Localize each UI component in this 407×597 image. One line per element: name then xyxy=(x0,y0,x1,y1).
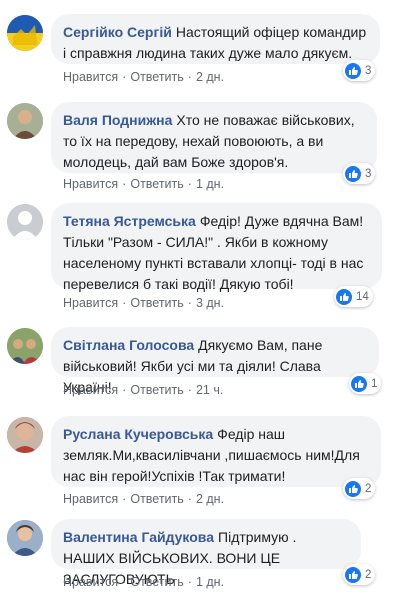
avatar[interactable] xyxy=(7,103,43,139)
comment-bubble: Тетяна Ястремська Федір! Дуже вдячна Вам!… xyxy=(51,203,382,292)
like-icon xyxy=(345,566,361,583)
flag-icon xyxy=(7,15,43,51)
comment-author[interactable]: Валентина Гайдукова xyxy=(63,529,214,545)
user-photo xyxy=(7,417,43,453)
comment-author[interactable]: Руслана Кучеровська xyxy=(63,426,213,442)
avatar[interactable] xyxy=(7,15,43,51)
like-link[interactable]: Нравится xyxy=(63,177,118,191)
like-icon xyxy=(345,165,361,182)
comment-time[interactable]: 21 ч. xyxy=(196,383,223,397)
comment-time[interactable]: 1 дн. xyxy=(196,575,224,589)
comment-actions: Нравится · Ответить · 2 дн. xyxy=(63,492,225,506)
comment-bubble: Світлана Голосова Дякуємо Вам, пане війсь… xyxy=(51,327,379,395)
reaction-count[interactable]: 14 xyxy=(334,286,373,307)
reaction-count[interactable]: 2 xyxy=(343,478,376,499)
like-link[interactable]: Нравится xyxy=(63,492,118,506)
comment-time[interactable]: 2 дн. xyxy=(196,70,224,84)
comment-author[interactable]: Сергійко Сергій xyxy=(63,24,172,40)
comment-actions: Нравится · Ответить · 1 дн. xyxy=(63,177,225,191)
reply-link[interactable]: Ответить xyxy=(130,70,183,84)
reply-link[interactable]: Ответить xyxy=(130,383,183,397)
user-photo xyxy=(7,328,43,364)
like-link[interactable]: Нравится xyxy=(63,383,118,397)
like-icon xyxy=(336,288,352,305)
like-icon xyxy=(351,375,367,392)
avatar[interactable] xyxy=(7,204,43,240)
reaction-count[interactable]: 3 xyxy=(343,60,376,81)
comment-actions: Нравится · Ответить · 2 дн. xyxy=(63,70,225,84)
comment-bubble: Валя Поднижна Хто не поважає військових, … xyxy=(51,102,377,173)
reaction-count[interactable]: 1 xyxy=(349,373,382,394)
like-link[interactable]: Нравится xyxy=(63,70,118,84)
reply-link[interactable]: Ответить xyxy=(130,492,183,506)
like-link[interactable]: Нравится xyxy=(63,575,118,589)
reply-link[interactable]: Ответить xyxy=(130,177,183,191)
like-icon xyxy=(345,62,361,79)
reply-link[interactable]: Ответить xyxy=(130,575,183,589)
like-icon xyxy=(345,480,361,497)
comment-author[interactable]: Світлана Голосова xyxy=(63,337,194,353)
comment-bubble: Валентина Гайдукова Підтримую . НАШИХ ВІЙ… xyxy=(51,519,361,587)
comment-author[interactable]: Тетяна Ястремська xyxy=(63,213,196,229)
reaction-count[interactable]: 3 xyxy=(343,163,376,184)
comment-actions: Нравится · Ответить · 3 дн. xyxy=(63,296,225,310)
user-photo xyxy=(7,520,43,556)
avatar[interactable] xyxy=(7,328,43,364)
comment-actions: Нравится · Ответить · 1 дн. xyxy=(63,575,225,589)
like-link[interactable]: Нравится xyxy=(63,296,118,310)
default-avatar-icon xyxy=(7,204,43,240)
comment-time[interactable]: 3 дн. xyxy=(196,296,224,310)
comment-time[interactable]: 2 дн. xyxy=(196,492,224,506)
user-photo xyxy=(7,103,43,139)
comment-author[interactable]: Валя Поднижна xyxy=(63,112,172,128)
comment-actions: Нравится · Ответить · 21 ч. xyxy=(63,383,224,397)
avatar[interactable] xyxy=(7,520,43,556)
avatar[interactable] xyxy=(7,417,43,453)
comment-time[interactable]: 1 дн. xyxy=(196,177,224,191)
comment-bubble: Руслана Кучеровська Федір наш земляк.Ми,к… xyxy=(51,416,381,487)
comment-bubble: Сергійко Сергій Настоящий офіцер командир… xyxy=(51,14,380,64)
reply-link[interactable]: Ответить xyxy=(130,296,183,310)
reaction-count[interactable]: 2 xyxy=(343,564,376,585)
